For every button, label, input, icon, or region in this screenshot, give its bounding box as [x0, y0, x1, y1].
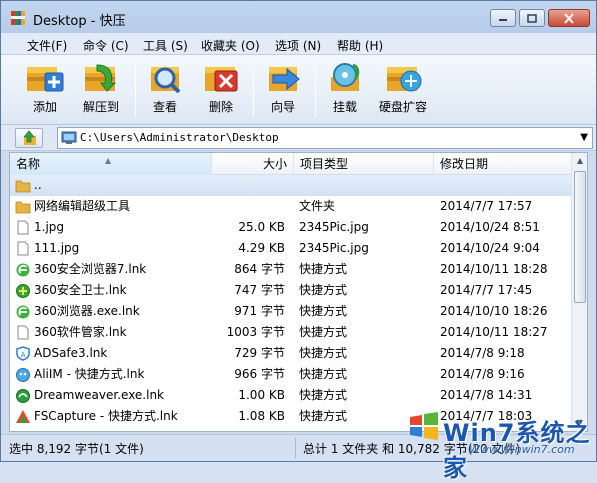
list-rows: .. 网络编辑超级工具 文件夹 2014/7/7 17:57 1.jpg 25.…: [10, 175, 572, 427]
delete-label: 删除: [208, 100, 233, 114]
menu-file[interactable]: 文件(F): [27, 37, 67, 54]
minimize-button[interactable]: [490, 9, 516, 27]
file-icon: [17, 220, 29, 235]
adsafe-icon: A: [16, 346, 30, 361]
ie-browser-icon: [16, 263, 30, 277]
column-name-label: 名称: [16, 157, 41, 171]
mount-button[interactable]: 挂载: [315, 59, 375, 121]
wizard-label: 向导: [270, 100, 295, 114]
column-type[interactable]: 项目类型: [294, 153, 434, 175]
dreamweaver-icon: [16, 389, 30, 403]
title-bar[interactable]: Desktop - 快压: [1, 1, 596, 33]
table-row[interactable]: Dreamweaver.exe.lnk 1.00 KB 快捷方式 2014/7/…: [10, 385, 572, 406]
wizard-arrow-icon: [269, 67, 300, 91]
status-divider: [295, 438, 296, 458]
svg-text:A: A: [21, 351, 26, 359]
disk-expand-button[interactable]: 硬盘扩容: [373, 59, 433, 121]
toolbar: 添加 解压到 查看 删除 向导 挂载 硬盘扩容: [1, 55, 596, 125]
address-path: C:\Users\Administrator\Desktop: [80, 131, 279, 144]
status-selection: 选中 8,192 字节(1 文件): [9, 442, 144, 456]
menu-help[interactable]: 帮助 (H): [337, 37, 383, 54]
file-icon: [17, 241, 29, 256]
folder-up-icon: [15, 180, 31, 193]
address-field[interactable]: C:\Users\Administrator\Desktop ▼: [57, 127, 593, 149]
table-row[interactable]: 111.jpg 4.29 KB 2345Pic.jpg 2014/10/24 9…: [10, 238, 572, 259]
menu-tools[interactable]: 工具 (S): [143, 37, 188, 54]
disk-expand-label: 硬盘扩容: [378, 100, 427, 114]
up-folder-button[interactable]: [15, 128, 43, 148]
folder-icon: [15, 201, 31, 214]
add-archive-icon: [27, 67, 64, 92]
close-icon: [564, 12, 574, 24]
window-title: Desktop - 快压: [33, 14, 126, 29]
extract-button[interactable]: 解压到: [71, 59, 131, 121]
column-date[interactable]: 修改日期: [434, 153, 572, 175]
column-date-label: 修改日期: [440, 157, 489, 171]
extract-icon: [85, 64, 117, 92]
add-button[interactable]: 添加: [15, 59, 75, 121]
scroll-up-icon[interactable]: ▲: [573, 153, 587, 169]
menu-options[interactable]: 选项 (N): [275, 37, 321, 54]
table-row[interactable]: 360安全浏览器7.lnk 864 字节 快捷方式 2014/10/11 18:…: [10, 259, 572, 280]
chevron-down-icon[interactable]: ▼: [580, 132, 588, 143]
file-icon: [17, 325, 29, 340]
table-row[interactable]: 网络编辑超级工具 文件夹 2014/7/7 17:57: [10, 196, 572, 217]
fscapture-icon: [16, 410, 30, 423]
address-bar: C:\Users\Administrator\Desktop ▼: [1, 125, 596, 151]
view-label: 查看: [152, 100, 177, 114]
table-row[interactable]: 360安全卫士.lnk 747 字节 快捷方式 2014/7/7 17:45: [10, 280, 572, 301]
maximize-button[interactable]: [519, 9, 545, 27]
mount-label: 挂载: [332, 100, 357, 114]
delete-button[interactable]: 删除: [191, 59, 251, 121]
menu-command[interactable]: 命令 (C): [83, 37, 129, 54]
scroll-down-icon[interactable]: ▼: [573, 415, 587, 431]
status-total: 总计 1 文件夹 和 10,782 字节(20 文件): [303, 442, 521, 456]
menu-favorites[interactable]: 收藏夹 (O): [201, 37, 260, 54]
column-size[interactable]: 大小: [212, 153, 294, 175]
table-row[interactable]: 360软件管家.lnk 1003 字节 快捷方式 2014/10/11 18:2…: [10, 322, 572, 343]
menu-bar: 文件(F) 命令 (C) 工具 (S) 收藏夹 (O) 选项 (N) 帮助 (H…: [1, 33, 596, 55]
ie-browser-icon: [16, 305, 30, 319]
column-type-label: 项目类型: [300, 157, 349, 171]
extract-label: 解压到: [82, 100, 119, 114]
vertical-scrollbar[interactable]: ▲ ▼: [571, 153, 587, 431]
view-button[interactable]: 查看: [135, 59, 195, 121]
table-row[interactable]: ..: [10, 175, 572, 196]
add-label: 添加: [32, 100, 57, 114]
status-bar: 选中 8,192 字节(1 文件) 总计 1 文件夹 和 10,782 字节(2…: [1, 434, 596, 461]
table-row[interactable]: 360浏览器.exe.lnk 971 字节 快捷方式 2014/10/10 18…: [10, 301, 572, 322]
kuaiya-app-icon: [11, 11, 25, 25]
sort-ascending-icon: ▲: [105, 156, 112, 165]
desktop-icon: [61, 131, 77, 144]
table-row[interactable]: AliIM - 快捷方式.lnk 966 字节 快捷方式 2014/7/8 9:…: [10, 364, 572, 385]
up-arrow-icon: [23, 130, 36, 145]
minimize-icon: [499, 19, 507, 21]
wizard-button[interactable]: 向导: [253, 59, 313, 121]
table-row[interactable]: 1.jpg 25.0 KB 2345Pic.jpg 2014/10/24 8:5…: [10, 217, 572, 238]
table-row[interactable]: FSCapture - 快捷方式.lnk 1.08 KB 快捷方式 2014/7…: [10, 406, 572, 427]
table-row[interactable]: A ADSafe3.lnk 729 字节 快捷方式 2014/7/8 9:18: [10, 343, 572, 364]
list-header: 名称 ▲ 大小 项目类型 修改日期: [10, 153, 572, 175]
column-size-label: 大小: [262, 157, 287, 171]
column-name[interactable]: 名称 ▲: [10, 153, 212, 175]
maximize-icon: [527, 13, 537, 23]
disk-expand-icon: [387, 67, 422, 92]
file-list[interactable]: 名称 ▲ 大小 项目类型 修改日期 .. 网络编辑超级工具 文件夹 2014/7…: [9, 152, 588, 432]
aliim-icon: [16, 368, 30, 382]
scroll-thumb[interactable]: [574, 171, 586, 303]
mount-disc-icon: [331, 63, 360, 91]
app-window: Desktop - 快压 文件(F) 命令 (C) 工具 (S) 收藏夹 (O)…: [0, 0, 597, 482]
close-button[interactable]: [548, 9, 590, 27]
delete-icon: [205, 67, 238, 92]
magnifier-icon: [151, 67, 181, 94]
shield-360-icon: [16, 284, 30, 298]
